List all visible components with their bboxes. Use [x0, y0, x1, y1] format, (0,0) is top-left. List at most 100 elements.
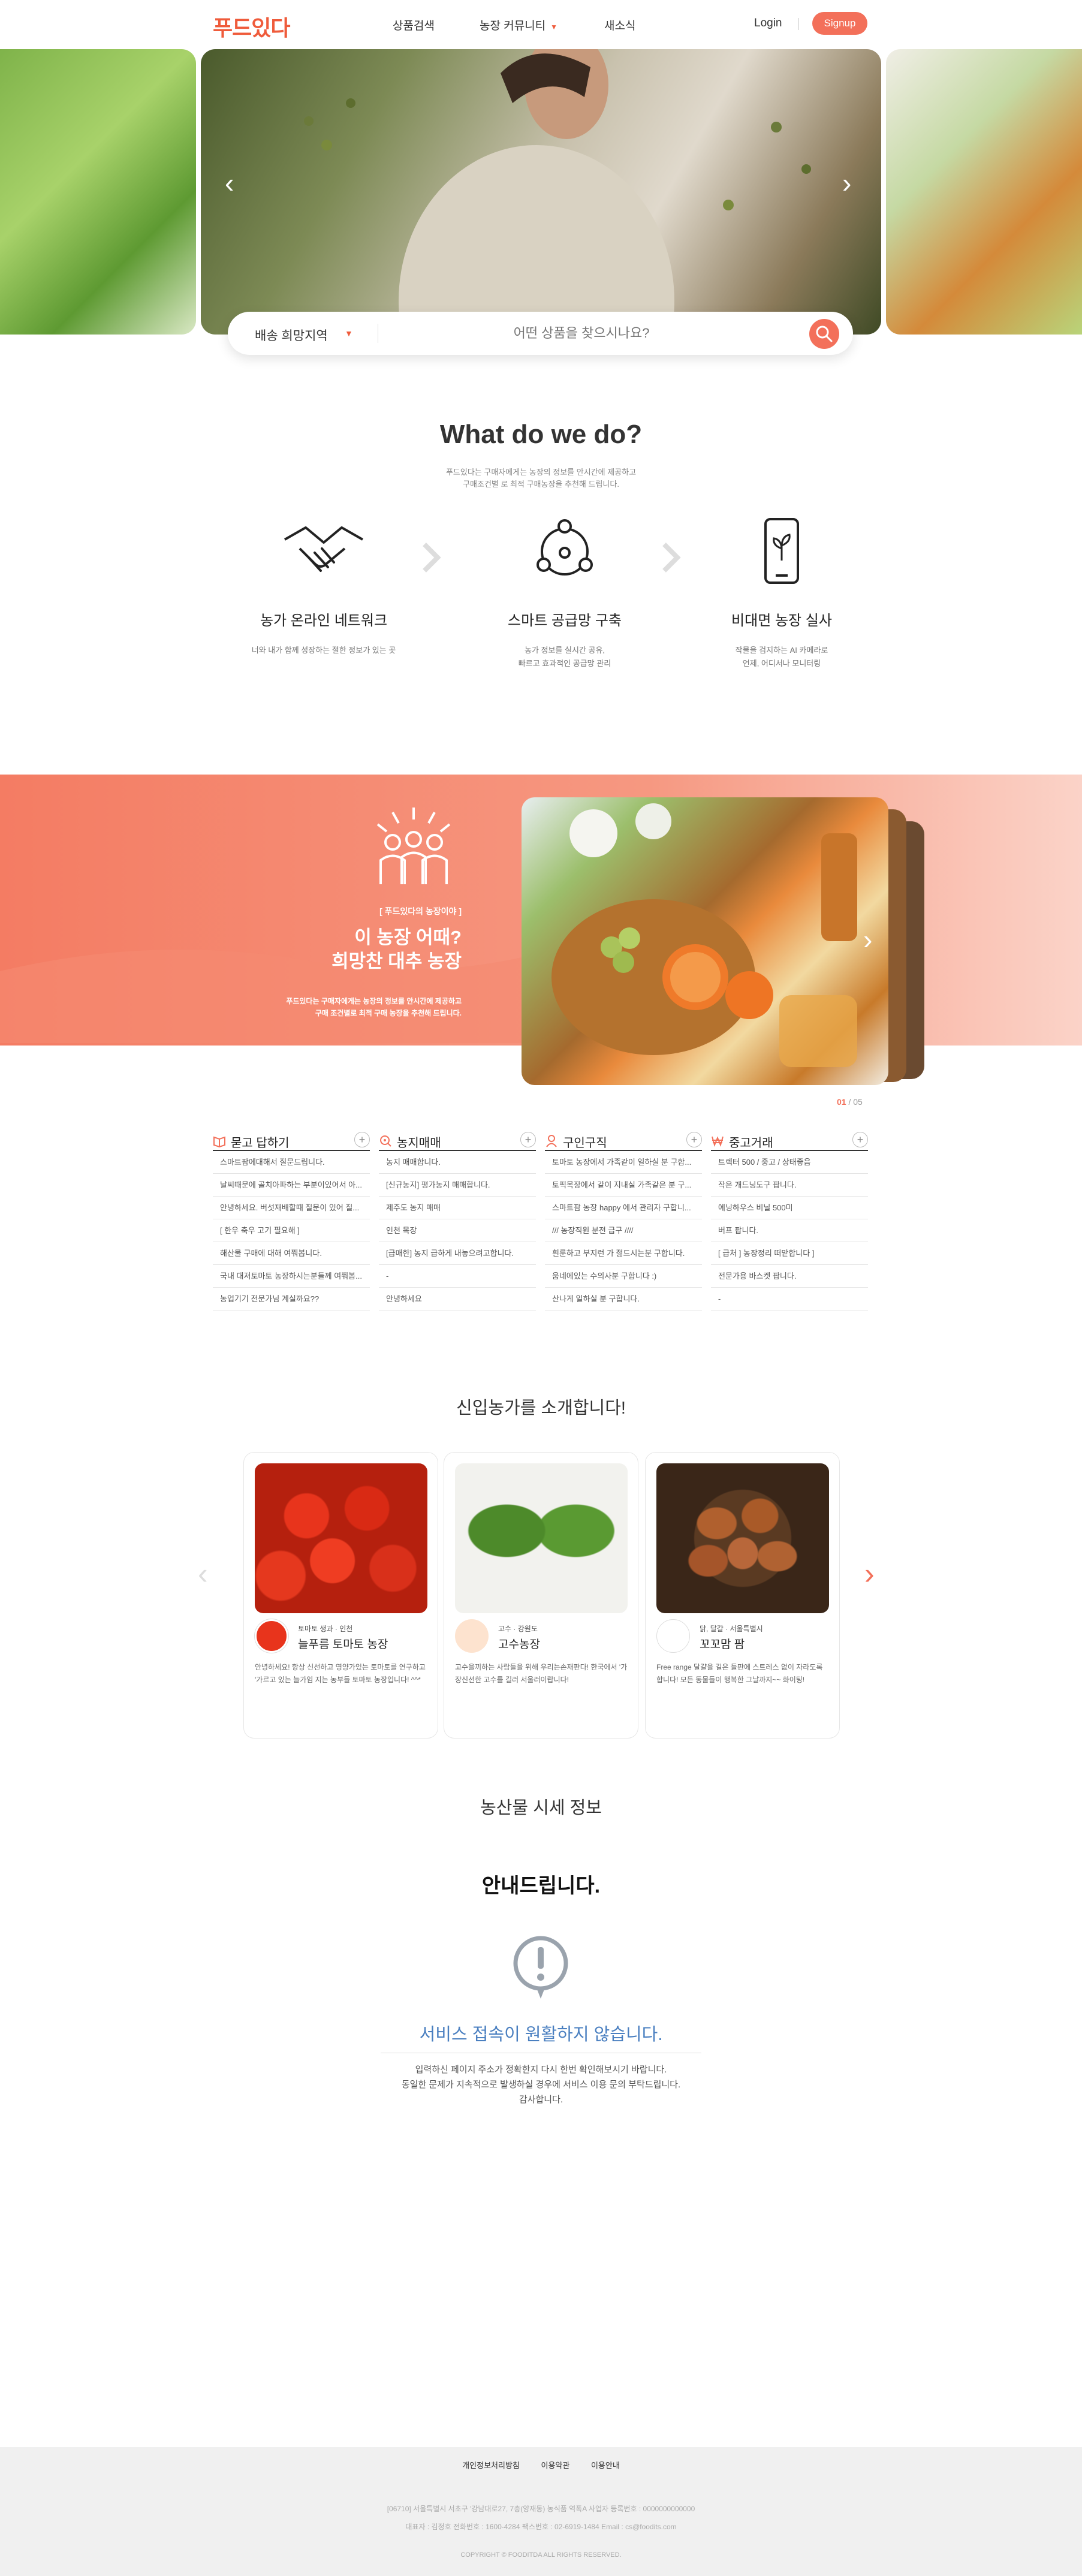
board-post[interactable]: - — [379, 1265, 536, 1288]
banner-next-arrow[interactable]: › — [863, 923, 872, 956]
feature-title: 스마트 공급망 구축 — [508, 613, 622, 629]
nav-farm-community-label: 농장 커뮤니티 — [480, 20, 546, 32]
board-post[interactable]: 버프 팝니다. — [711, 1219, 868, 1242]
board-post[interactable]: [신규농지] 평가농지 매매합니다. — [379, 1174, 536, 1197]
board-qna: 묻고 답하기 + 스마트팜에대해서 질문드립니다. 날씨때문에 골치아파하는 부… — [213, 1129, 370, 1310]
hero-prev-arrow[interactable]: ‹ — [225, 169, 234, 197]
footer-link-terms[interactable]: 이용약관 — [541, 2461, 570, 2470]
warning-icon — [513, 1936, 568, 1999]
board-more-button[interactable]: + — [354, 1132, 370, 1147]
feature-title: 비대면 농장 실사 — [731, 613, 832, 629]
board-post[interactable]: 전문가용 바스켓 팝니다. — [711, 1265, 868, 1288]
board-header: 중고거래 + — [711, 1129, 868, 1151]
board-post[interactable]: 날씨때문에 골치아파하는 부분이있어서 아... — [213, 1174, 370, 1197]
footer-link-guide[interactable]: 이용안내 — [591, 2461, 620, 2470]
farm-name: 늘푸름 토마토 농장 — [298, 1638, 388, 1651]
search-input[interactable] — [390, 320, 773, 347]
board-post[interactable]: 에닝하우스 비닐 500미 — [711, 1197, 868, 1219]
board-post[interactable]: [ 한우 축우 고기 필요해 ] — [213, 1219, 370, 1242]
board-title: 묻고 답하기 — [231, 1137, 290, 1150]
board-post[interactable]: [ 급처 ] 농장정리 떠맡합니다 ] — [711, 1242, 868, 1265]
notice-message: 서비스 접속이 원활하지 않습니다. — [419, 2025, 663, 2044]
chevron-right-icon — [662, 543, 681, 573]
farm-next-arrow[interactable]: › — [864, 1559, 875, 1589]
login-link[interactable]: Login — [754, 17, 782, 30]
banner-title: 이 농장 어때? 희망찬 대추 농장 — [252, 926, 462, 974]
feature-desc: 작물을 검지하는 AI 카메라로 언제, 어디서나 모니터링 — [686, 644, 878, 670]
footer-link-privacy[interactable]: 개인정보처리방침 — [462, 2461, 520, 2470]
farm-meta: 닭, 달걀 · 서울특별시 — [700, 1625, 763, 1633]
board-post[interactable]: 산나게 일하실 분 구합니다. — [545, 1288, 702, 1310]
feature-smart-supply-chain: 스마트 공급망 구축 농가 정보를 실시간 공유, 빠르고 효과적인 공급망 관… — [469, 516, 661, 670]
feature-desc: 너와 내가 함께 성장하는 절한 정보가 있는 곳 — [228, 644, 420, 657]
board-post[interactable]: 스마트팜에대해서 질문드립니다. — [213, 1151, 370, 1174]
search-icon — [816, 326, 833, 342]
hero-olive-picker-illustration — [304, 49, 811, 335]
banner-farm-photo[interactable] — [522, 797, 888, 1085]
board-post[interactable]: 안녕하세요. 버섯재배할때 질문이 있어 질... — [213, 1197, 370, 1219]
board-post[interactable]: 작은 개드닝도구 팝니다. — [711, 1174, 868, 1197]
hero-slide-prev-image[interactable] — [0, 49, 196, 335]
board-post[interactable]: 해산물 구매에 대해 여쭤봅니다. — [213, 1242, 370, 1265]
nav-news[interactable]: 새소식 — [604, 17, 635, 33]
board-used-market: 중고거래 + 트렉터 500 / 중고 / 상태좋음 작은 개드닝도구 팝니다.… — [711, 1129, 868, 1310]
hero-slide-next-image[interactable] — [886, 49, 1082, 335]
handshake-icon — [284, 526, 363, 572]
header: 푸드있다 상품검색 농장 커뮤니티 ▼ 새소식 Login Signup — [0, 0, 1082, 48]
board-post[interactable]: 토마토 농장에서 가족같이 일하실 분 구합... — [545, 1151, 702, 1174]
farm-desc: 고수을끼하는 사람들을 위해 우리는손재판다! 한국에서 '가장신선한 고수를 … — [455, 1663, 628, 1684]
board-post[interactable]: 토픽목장에서 같이 지내실 가족같은 분 구... — [545, 1174, 702, 1197]
board-more-button[interactable]: + — [852, 1132, 868, 1147]
search-button[interactable] — [809, 319, 839, 349]
farm-logo-chicken — [656, 1619, 690, 1653]
notice-desc-line: 동일한 문제가 지속적으로 발생하실 경우에 서비스 이용 문의 부탁드립니다. — [401, 2080, 681, 2090]
feature-desc-line: 너와 내가 함께 성장하는 절한 정보가 있는 곳 — [251, 646, 396, 655]
farm-prev-arrow[interactable]: ‹ — [198, 1559, 208, 1589]
feature-remote-inspection: 비대면 농장 실사 작물을 검지하는 AI 카메라로 언제, 어디서나 모니터링 — [686, 516, 878, 670]
board-post[interactable]: 농업기기 전문가님 계실까요?? — [213, 1288, 370, 1310]
board-post[interactable]: 인천 목장 — [379, 1219, 536, 1242]
board-post[interactable]: 농지 매매합니다. — [379, 1151, 536, 1174]
board-header: 농지매매 + — [379, 1129, 536, 1151]
smartphone-plant-icon — [764, 518, 799, 584]
farm-card[interactable]: 닭, 달걀 · 서울특별시 꼬꼬맘 팜 Free range 달걀을 길은 들판… — [645, 1452, 840, 1739]
footer-copyright: COPYRIGHT © FOODITDA ALL RIGHTS RESERVED… — [460, 2551, 622, 2559]
people-network-icon — [537, 519, 593, 576]
banner-title-line: 이 농장 어때? — [354, 927, 462, 948]
feature-desc-line: 빠르고 효과적인 공급망 관리 — [518, 659, 611, 668]
book-icon — [213, 1136, 225, 1147]
board-post[interactable]: 흰룬하고 부지런 가 젊드시는분 구합니다. — [545, 1242, 702, 1265]
farm-logo-coriander — [455, 1619, 489, 1653]
board-post[interactable]: 트렉터 500 / 중고 / 상태좋음 — [711, 1151, 868, 1174]
board-more-button[interactable]: + — [520, 1132, 536, 1147]
board-post[interactable]: 안녕하세요 — [379, 1288, 536, 1310]
board-post[interactable]: 움네에있는 수의사분 구합니다 :) — [545, 1265, 702, 1288]
banner-pager: 01 / 05 — [837, 1097, 863, 1107]
board-post[interactable]: 국내 대저토마토 농장하시는분들께 여쭤봅... — [213, 1265, 370, 1288]
notice-desc-line: 감사합니다. — [519, 2095, 563, 2105]
board-header: 구인구직 + — [545, 1129, 702, 1151]
farm-meta: 고수 · 강원도 — [498, 1625, 538, 1633]
nav-farm-community[interactable]: 농장 커뮤니티 ▼ — [480, 17, 557, 33]
board-more-button[interactable]: + — [686, 1132, 702, 1147]
section-subtitle: 푸드있다는 구매자에게는 농장의 정보를 안시간에 제공하고 구매조건별 로 최… — [390, 466, 692, 490]
section-title-what-we-do: What do we do? — [439, 420, 643, 449]
board-post[interactable]: [급매한] 농지 급하게 내놓으려고합니다. — [379, 1242, 536, 1265]
farm-card[interactable]: 고수 · 강원도 고수농장 고수을끼하는 사람들을 위해 우리는손재판다! 한국… — [444, 1452, 638, 1739]
board-post[interactable]: 제주도 농지 매매 — [379, 1197, 536, 1219]
signup-button[interactable]: Signup — [812, 12, 867, 35]
logo[interactable]: 푸드있다 — [213, 11, 290, 42]
board-post[interactable]: 스마트팜 농장 happy 에서 관리자 구합니... — [545, 1197, 702, 1219]
feature-online-network: 농가 온라인 네트워크 너와 내가 함께 성장하는 절한 정보가 있는 곳 — [228, 516, 420, 657]
banner-desc-line: 푸드있다는 구매자에게는 농장의 정보를 안시간에 제공하고 — [286, 997, 462, 1005]
nav-product-search[interactable]: 상품검색 — [393, 17, 435, 33]
farm-desc: 안녕하세요! 항상 신선하고 영양가있는 토마토를 연구하고 '가르고 있는 늘… — [255, 1663, 426, 1684]
farm-card[interactable]: 토마토 생과 · 인천 늘푸름 토마토 농장 안녕하세요! 항상 신선하고 영양… — [243, 1452, 438, 1739]
region-select[interactable]: 배송 희망지역 — [255, 326, 328, 344]
farm-photo-coriander — [455, 1463, 628, 1613]
chevron-down-icon[interactable]: ▼ — [345, 329, 353, 338]
hero-next-arrow[interactable]: › — [842, 169, 851, 197]
board-post[interactable]: - — [711, 1288, 868, 1310]
board-post[interactable]: /// 농장직원 분전 급구 //// — [545, 1219, 702, 1242]
farm-meta: 토마토 생과 · 인천 — [298, 1625, 353, 1633]
